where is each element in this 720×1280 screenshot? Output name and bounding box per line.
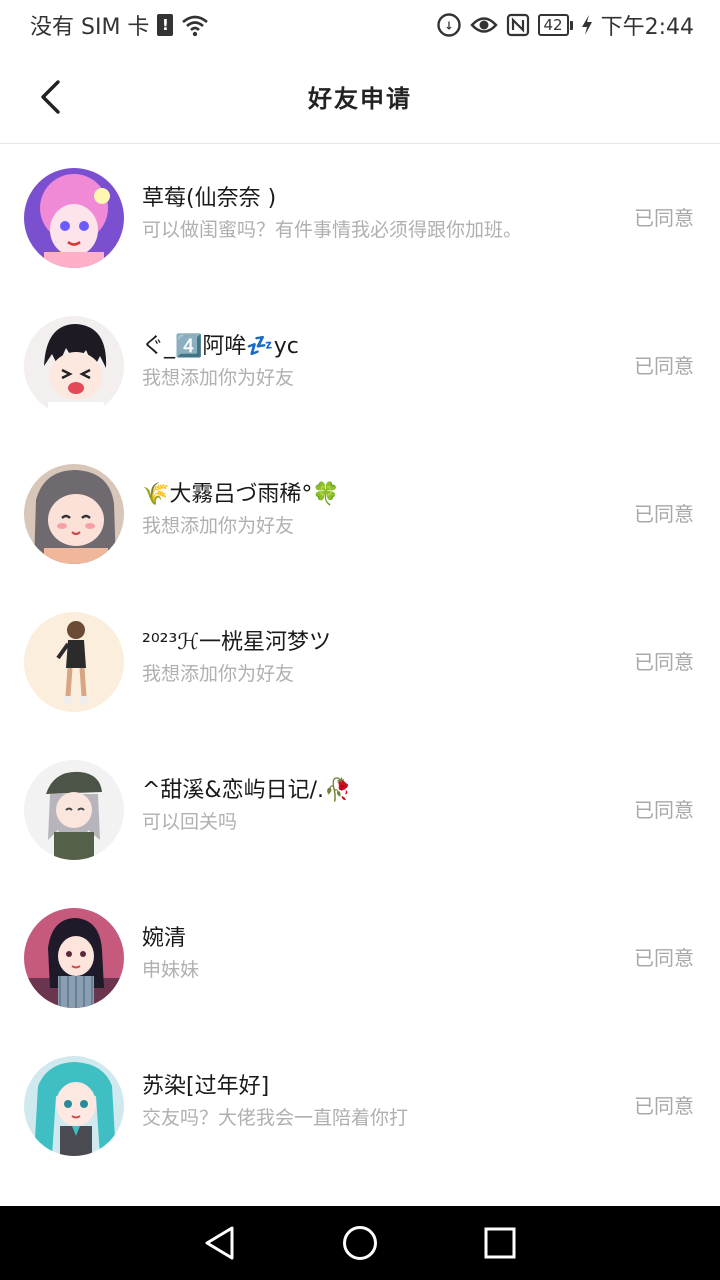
status-label: 已同意 (634, 798, 694, 822)
friend-request-item[interactable]: 🌾大霧吕づ雨稀°🍀 我想添加你为好友 已同意 (0, 441, 720, 589)
nav-recents-icon[interactable] (470, 1213, 530, 1273)
battery-icon: 42 (537, 14, 573, 36)
page-title: 好友申请 (308, 85, 412, 113)
status-label: 已同意 (634, 1094, 694, 1118)
friend-request-item[interactable]: ²⁰²³ℋ一桄星河梦ツ 我想添加你为好友 已同意 (0, 589, 720, 737)
requester-name: 苏染[过年好] (142, 1074, 270, 1099)
wifi-icon (181, 13, 209, 37)
friend-request-list: 草莓(仙奈奈 ) 可以做闺蜜吗？有件事情我必须得跟你加班。 已同意 ぐ_4️⃣阿… (0, 145, 720, 1181)
requester-name: ぐ_4️⃣阿哞💤yc (142, 334, 299, 359)
status-label: 已同意 (634, 206, 694, 230)
friend-request-item[interactable]: 婉清 申妹妹 已同意 (0, 885, 720, 1033)
avatar[interactable] (24, 612, 124, 712)
request-message: 我想添加你为好友 (142, 663, 295, 685)
request-message: 可以做闺蜜吗？有件事情我必须得跟你加班。 (142, 219, 523, 241)
request-message: 交友吗？大佬我会一直陪着你打 (142, 1107, 409, 1129)
requester-name: 🌾大霧吕づ雨稀°🍀 (142, 482, 340, 507)
eye-icon (469, 15, 498, 35)
avatar[interactable] (24, 168, 124, 268)
request-message: 申妹妹 (142, 959, 200, 981)
avatar[interactable] (24, 908, 124, 1008)
status-label: 已同意 (634, 650, 694, 674)
requester-name: 婉清 (142, 926, 187, 951)
nav-home-icon[interactable] (330, 1213, 390, 1273)
status-label: 已同意 (634, 354, 694, 378)
requester-name: ^甜溪&恋屿日记/.🥀 (142, 778, 352, 803)
nav-back-icon[interactable] (190, 1213, 250, 1273)
svg-text:↓: ↓ (444, 20, 453, 33)
sim-alert-icon: ! (157, 14, 174, 36)
title-bar: 好友申请 (0, 50, 720, 144)
friend-request-item[interactable]: ぐ_4️⃣阿哞💤yc 我想添加你为好友 已同意 (0, 293, 720, 441)
avatar[interactable] (24, 464, 124, 564)
battery-level: 42 (537, 14, 569, 36)
request-message: 我想添加你为好友 (142, 515, 295, 537)
request-message: 可以回关吗 (142, 811, 238, 833)
data-saver-icon: ↓ (436, 12, 462, 38)
friend-request-item[interactable]: 苏染[过年好] 交友吗？大佬我会一直陪着你打 已同意 (0, 1033, 720, 1181)
charging-icon (581, 14, 593, 36)
avatar[interactable] (24, 760, 124, 860)
status-label: 已同意 (634, 502, 694, 526)
clock-text: 下午2:44 (600, 15, 694, 40)
status-bar: 没有 SIM 卡 ! ↓ 42 下午2:44 (0, 0, 720, 50)
friend-request-item[interactable]: 草莓(仙奈奈 ) 可以做闺蜜吗？有件事情我必须得跟你加班。 已同意 (0, 145, 720, 293)
back-arrow-icon[interactable] (30, 77, 70, 117)
requester-name: ²⁰²³ℋ一桄星河梦ツ (142, 630, 332, 655)
carrier-text: 没有 SIM 卡 (30, 15, 150, 40)
avatar[interactable] (24, 1056, 124, 1156)
requester-name: 草莓(仙奈奈 ) (142, 186, 277, 211)
navigation-bar (0, 1206, 720, 1280)
avatar[interactable] (24, 316, 124, 416)
friend-request-item[interactable]: ^甜溪&恋屿日记/.🥀 可以回关吗 已同意 (0, 737, 720, 885)
nfc-icon (506, 13, 530, 37)
request-message: 我想添加你为好友 (142, 367, 295, 389)
status-label: 已同意 (634, 946, 694, 970)
